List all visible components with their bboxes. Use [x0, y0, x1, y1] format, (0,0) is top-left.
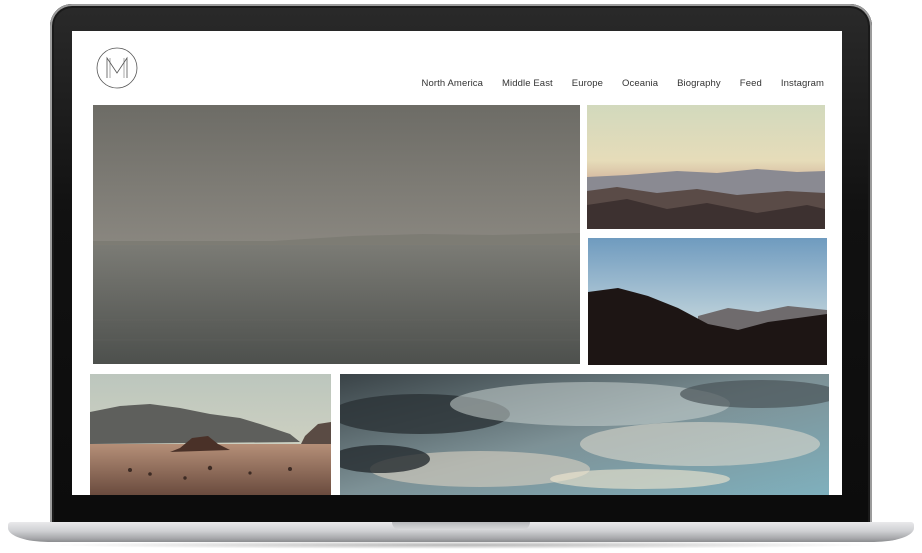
nav-item-instagram[interactable]: Instagram	[781, 78, 824, 89]
desert-rocks-photo[interactable]	[90, 374, 331, 495]
mountain-silhouette-photo[interactable]	[588, 238, 827, 365]
nav-item-north-america[interactable]: North America	[422, 78, 484, 89]
desert-mountains-dusk-photo[interactable]	[587, 105, 825, 229]
nav-item-feed[interactable]: Feed	[740, 78, 762, 89]
nav-item-middle-east[interactable]: Middle East	[502, 78, 553, 89]
nav-item-europe[interactable]: Europe	[572, 78, 603, 89]
main-navigation: North America Middle East Europe Oceania…	[422, 78, 824, 89]
laptop-shadow	[40, 541, 882, 549]
cloudy-sky-photo[interactable]	[340, 374, 829, 495]
hazy-sea-photo[interactable]	[93, 105, 580, 364]
browser-screen: North America Middle East Europe Oceania…	[72, 31, 842, 495]
nav-item-biography[interactable]: Biography	[677, 78, 721, 89]
laptop-opening-notch	[392, 522, 530, 530]
nav-item-oceania[interactable]: Oceania	[622, 78, 658, 89]
monogram-m-circle-icon[interactable]	[96, 47, 138, 89]
